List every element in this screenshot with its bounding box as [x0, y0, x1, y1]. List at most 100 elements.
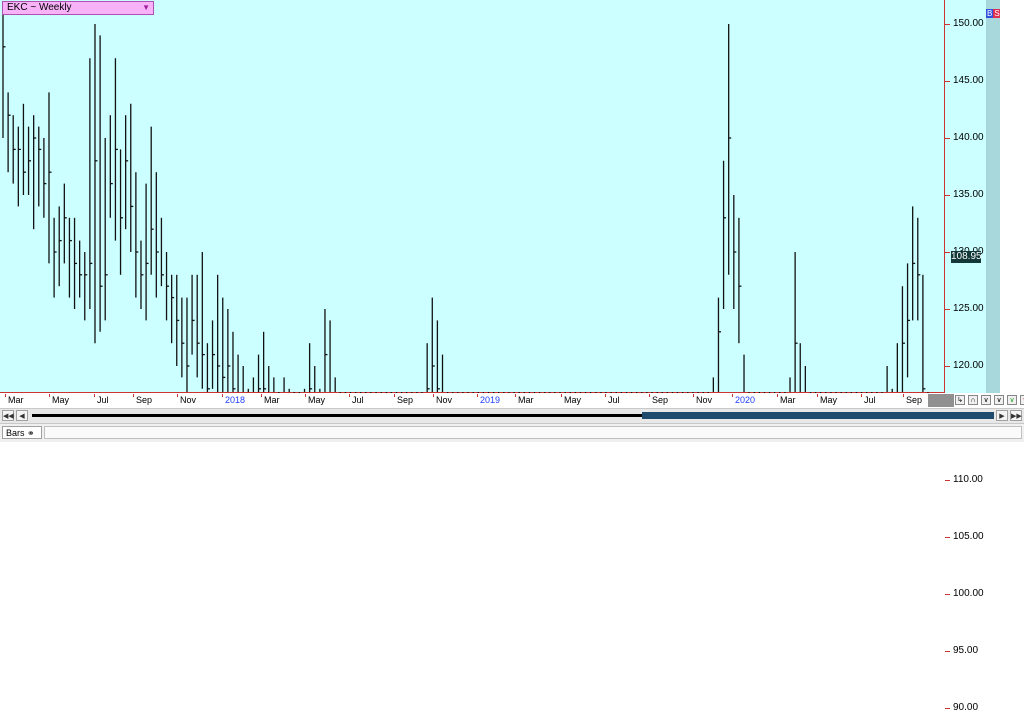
buy-sell-badge[interactable]: BS — [986, 9, 1001, 19]
ohlc-bar — [579, 392, 582, 393]
ohlc-bar — [651, 392, 653, 393]
ohlc-bar — [615, 392, 617, 393]
ohlc-bar — [809, 392, 812, 393]
ohlc-bar — [319, 388, 321, 392]
ohlc-bar — [538, 392, 541, 393]
ohlc-bar — [789, 377, 791, 392]
bars-tab-label: Bars — [6, 428, 25, 438]
ohlc-bar — [446, 392, 449, 393]
ohlc-bar — [283, 377, 285, 392]
price-tick-label: 120.00 — [953, 360, 984, 371]
ohlc-bar — [303, 388, 306, 392]
year-label: 2020 — [735, 395, 756, 405]
ohlc-bar — [707, 392, 709, 393]
month-label: Jul — [864, 395, 876, 405]
ohlc-bar — [17, 126, 21, 207]
month-label: Mar — [780, 395, 796, 405]
ohlc-bar — [600, 392, 602, 393]
time-axis-corner — [928, 394, 954, 407]
ohlc-bar — [712, 377, 715, 392]
ohlc-bar — [145, 183, 149, 321]
ohlc-bar — [237, 354, 239, 392]
ohlc-bar — [891, 388, 893, 392]
bars-tab[interactable]: Bars ⚭ — [2, 426, 42, 439]
month-label: May — [820, 395, 838, 405]
ohlc-bar — [227, 309, 231, 392]
ohlc-bar — [549, 392, 551, 393]
price-tick-label: 90.00 — [953, 702, 979, 713]
chevron-down-icon[interactable]: ▼ — [142, 2, 150, 14]
ohlc-bar — [421, 392, 423, 393]
ohlc-bar — [845, 392, 847, 393]
ohlc-bar — [426, 343, 430, 392]
ohlc-bar — [12, 115, 16, 184]
ohlc-bar — [130, 103, 134, 252]
ohlc-bar — [860, 392, 863, 393]
price-tick-mark — [945, 24, 950, 25]
price-tick-mark — [945, 708, 950, 709]
time-tick-mark — [561, 394, 562, 397]
year-label: 2018 — [225, 395, 246, 405]
price-axis[interactable]: 150.00145.00140.00135.00130.00125.00120.… — [944, 0, 986, 713]
ohlc-bar — [262, 331, 267, 392]
side-panel-strip[interactable] — [986, 0, 1000, 393]
time-tick-mark — [177, 394, 178, 397]
time-tick-mark — [477, 394, 478, 397]
ohlc-bar — [150, 126, 154, 275]
price-tick-label: 100.00 — [953, 588, 984, 599]
time-axis[interactable]: Mar May Jul Sep Nov 2018 Mar May Jul Sep Nov 2019 Ma… — [0, 394, 944, 407]
ohlc-bar — [554, 392, 556, 393]
ohlc-bar — [636, 392, 638, 393]
ohlc-bar — [125, 115, 129, 230]
last-price-flag: 108.95 — [951, 251, 982, 263]
symbol-selector[interactable]: EKC ~ Weekly ▼ — [2, 1, 154, 15]
ohlc-bar — [492, 392, 495, 393]
ohlc-bar — [487, 392, 490, 393]
ohlc-bar — [170, 274, 175, 344]
zoom-in-icon[interactable]: ↳ — [955, 395, 965, 405]
skip-right-icon[interactable]: ▶▶ — [1010, 410, 1022, 421]
time-tick-mark — [693, 394, 694, 397]
ohlc-bar — [314, 366, 316, 392]
time-tick-mark — [94, 394, 95, 397]
price-tick-mark — [945, 651, 950, 652]
ohlc-bar — [753, 392, 755, 393]
chevron-left-icon[interactable]: ◀ — [16, 410, 28, 421]
scroll-thumb[interactable] — [642, 412, 994, 419]
ohlc-bar — [38, 126, 42, 207]
ohlc-bar — [242, 366, 244, 392]
skip-left-icon[interactable]: ◀◀ — [2, 410, 14, 421]
ohlc-bar — [216, 274, 221, 392]
scale-up-icon[interactable]: ∨ — [981, 395, 991, 405]
time-tick-mark — [605, 394, 606, 397]
ohlc-bar — [687, 392, 689, 393]
chart-plot-area[interactable]: EKC ~ Weekly ▼ — [0, 0, 944, 393]
arrow-up-icon[interactable]: ∨ — [1007, 395, 1017, 405]
ohlc-bar — [682, 392, 684, 393]
time-tick-mark — [817, 394, 818, 397]
ohlc-bar — [94, 24, 98, 344]
ohlc-bar — [697, 392, 699, 393]
ohlc-bar — [273, 377, 275, 392]
ohlc-bar — [206, 343, 210, 392]
ohlc-bar — [58, 206, 62, 287]
price-chart[interactable] — [0, 0, 944, 393]
zoom-out-icon[interactable]: ∩ — [968, 395, 978, 405]
ohlc-bar — [743, 354, 745, 392]
ohlc-bar — [278, 392, 280, 393]
scale-down-icon[interactable]: ∨ — [994, 395, 1004, 405]
time-tick-mark — [861, 394, 862, 397]
chart-scrollbar[interactable]: ◀◀ ◀ ▶ ▶▶ — [0, 408, 1024, 423]
ohlc-bar — [886, 366, 888, 392]
arrow-down-icon[interactable]: ∨ — [1020, 395, 1024, 405]
ohlc-bar — [866, 392, 868, 393]
ohlc-bar — [605, 392, 607, 393]
ohlc-bar — [574, 392, 577, 393]
ohlc-bar — [104, 138, 108, 321]
price-tick-label: 135.00 — [953, 189, 984, 200]
ohlc-bar — [508, 392, 510, 393]
chevron-right-icon[interactable]: ▶ — [996, 410, 1008, 421]
ohlc-bar — [871, 392, 873, 393]
ohlc-bar — [416, 392, 418, 393]
ohlc-bar — [135, 172, 139, 298]
